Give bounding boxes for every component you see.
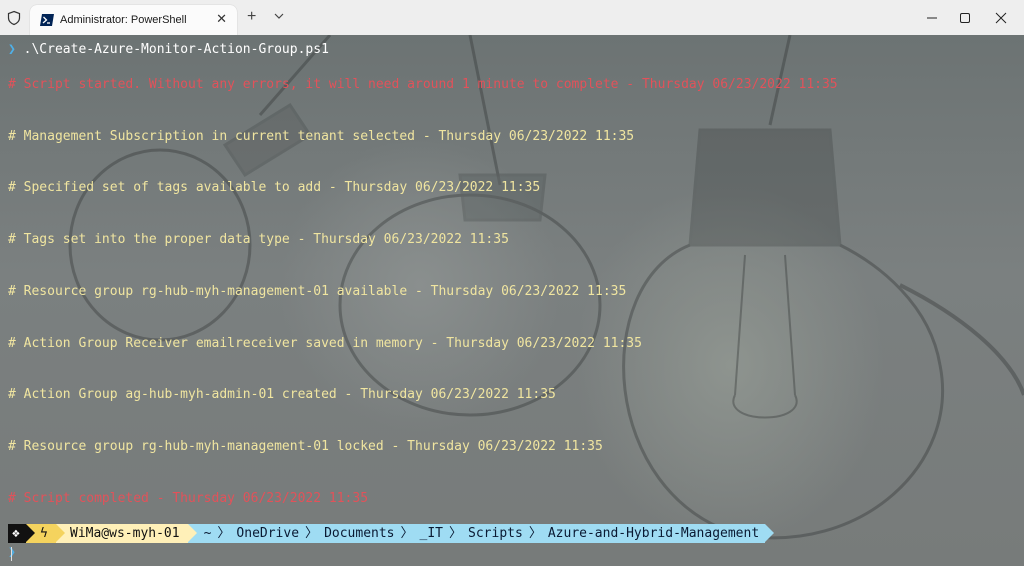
output-line: # Tags set into the proper data type - T… [8,232,509,247]
path-separator-icon: 〉 [528,526,542,541]
path-separator-icon: 〉 [400,526,414,541]
prompt-glyph: ❯ [8,42,16,57]
tab-title: Administrator: PowerShell [60,14,187,26]
lightning-icon: ϟ [40,526,48,541]
close-icon [995,12,1007,24]
user-segment: WiMa@ws-myh-01 [56,524,197,543]
background-image [68,35,1024,540]
tab-powershell[interactable]: Administrator: PowerShell ✕ [30,5,237,36]
path-item: Scripts [468,526,523,541]
output-line: # Resource group rg-hub-myh-management-0… [8,284,627,299]
powershell-icon [40,14,54,26]
maximize-icon [960,13,970,23]
path-item: Azure-and-Hybrid-Management [547,526,760,541]
windows-icon: ❖ [12,526,20,541]
close-window-button[interactable] [978,0,1024,34]
path-item: Documents [324,526,395,541]
command-text: .\Create-Azure-Monitor-Action-Group.ps1 [23,42,329,57]
path-separator-icon: 〉 [449,526,463,541]
minimize-icon [927,17,937,19]
os-segment: ❖ [8,524,35,543]
output-line: # Resource group rg-hub-myh-management-0… [8,439,603,454]
command-line: ❯ .\Create-Azure-Monitor-Action-Group.ps… [8,42,329,58]
output-line: # Action Group ag-hub-myh-admin-01 creat… [8,387,556,402]
title-bar: Administrator: PowerShell ✕ + [0,0,1024,36]
path-item: ~ [203,526,212,541]
output-line: # Action Group Receiver emailreceiver sa… [8,336,642,351]
shield-icon [7,10,21,26]
terminal-pane[interactable]: ❯ .\Create-Azure-Monitor-Action-Group.ps… [0,35,1024,566]
output-line: # Specified set of tags available to add… [8,180,541,195]
path-item: _IT [419,526,444,541]
path-separator-icon: 〉 [217,526,231,541]
output-line: # Management Subscription in current ten… [8,129,635,144]
text-cursor[interactable] [11,547,12,561]
output-line: # Script completed - Thursday 06/23/2022… [8,491,369,506]
powershell-window: Administrator: PowerShell ✕ + ❯ .\Create… [0,0,1024,566]
path-item: OneDrive [236,526,300,541]
new-tab-button[interactable]: + [247,9,256,25]
path-separator-icon: 〉 [305,526,319,541]
chevron-down-icon[interactable] [273,11,285,21]
path-segment: ~ 〉 OneDrive 〉 Documents 〉 _IT 〉 Scripts 〉 Azure-a… [187,524,774,543]
output-line: # Script started. Without any errors, it… [8,77,838,92]
powerline-prompt: ❖ ϟ WiMa@ws-myh-01 ~ 〉 OneDrive 〉 Documents 〉… [8,524,774,543]
close-tab-icon[interactable]: ✕ [216,11,227,27]
